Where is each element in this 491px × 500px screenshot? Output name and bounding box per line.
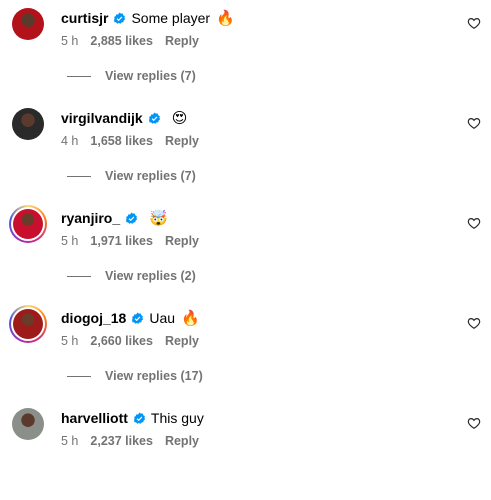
comment: ryanjiro_ 🤯 5 h 1,971 likes Reply View r… bbox=[0, 200, 491, 300]
view-replies-button[interactable]: View replies (7) bbox=[67, 169, 196, 183]
username[interactable]: harvelliott bbox=[61, 410, 128, 426]
verified-badge-icon bbox=[132, 312, 144, 324]
comment-time[interactable]: 5 h bbox=[61, 434, 78, 448]
verified-badge-icon bbox=[114, 12, 126, 24]
replies-divider bbox=[67, 275, 91, 277]
reply-button[interactable]: Reply bbox=[165, 234, 199, 248]
avatar[interactable] bbox=[9, 305, 47, 343]
comment-header: diogoj_18 Uau 🔥 bbox=[61, 308, 200, 328]
username[interactable]: diogoj_18 bbox=[61, 310, 126, 326]
heart-icon[interactable] bbox=[467, 116, 481, 130]
comment-emoji: 🔥 bbox=[216, 9, 235, 27]
heart-icon[interactable] bbox=[467, 316, 481, 330]
avatar[interactable] bbox=[9, 205, 47, 243]
username[interactable]: curtisjr bbox=[61, 10, 108, 26]
reply-button[interactable]: Reply bbox=[165, 434, 199, 448]
heart-icon[interactable] bbox=[467, 16, 481, 30]
replies-divider bbox=[67, 75, 91, 77]
comment-header: curtisjr Some player 🔥 bbox=[61, 8, 235, 28]
comment-text: Some player bbox=[131, 10, 211, 26]
view-replies-label: View replies (7) bbox=[105, 69, 196, 83]
reply-button[interactable]: Reply bbox=[165, 34, 199, 48]
heart-icon[interactable] bbox=[467, 416, 481, 430]
comment-time[interactable]: 5 h bbox=[61, 34, 78, 48]
comment-header: harvelliott This guy bbox=[61, 408, 204, 428]
like-count[interactable]: 2,660 likes bbox=[90, 334, 153, 348]
like-count[interactable]: 2,885 likes bbox=[90, 34, 153, 48]
avatar[interactable] bbox=[12, 108, 44, 140]
like-count[interactable]: 2,237 likes bbox=[90, 434, 153, 448]
comment-header: ryanjiro_ 🤯 bbox=[61, 208, 168, 228]
heart-icon[interactable] bbox=[467, 216, 481, 230]
comment-meta: 4 h 1,658 likes Reply bbox=[61, 134, 199, 148]
comment: virgilvandijk 😍 4 h 1,658 likes Reply Vi… bbox=[0, 100, 491, 200]
comment-meta: 5 h 1,971 likes Reply bbox=[61, 234, 199, 248]
view-replies-button[interactable]: View replies (7) bbox=[67, 69, 196, 83]
comment: curtisjr Some player 🔥 5 h 2,885 likes R… bbox=[0, 0, 491, 100]
comment-meta: 5 h 2,660 likes Reply bbox=[61, 334, 199, 348]
comment-emoji: 🤯 bbox=[149, 209, 168, 227]
like-count[interactable]: 1,971 likes bbox=[90, 234, 153, 248]
like-count[interactable]: 1,658 likes bbox=[90, 134, 153, 148]
view-replies-label: View replies (7) bbox=[105, 169, 196, 183]
comment-emoji: 🔥 bbox=[181, 309, 200, 327]
avatar[interactable] bbox=[12, 408, 44, 440]
view-replies-label: View replies (2) bbox=[105, 269, 196, 283]
username[interactable]: virgilvandijk bbox=[61, 110, 143, 126]
comment-meta: 5 h 2,885 likes Reply bbox=[61, 34, 199, 48]
reply-button[interactable]: Reply bbox=[165, 334, 199, 348]
comment-header: virgilvandijk 😍 bbox=[61, 108, 187, 128]
verified-badge-icon bbox=[148, 112, 160, 124]
comment-time[interactable]: 5 h bbox=[61, 334, 78, 348]
verified-badge-icon bbox=[126, 212, 138, 224]
comment: diogoj_18 Uau 🔥 5 h 2,660 likes Reply Vi… bbox=[0, 300, 491, 400]
comment-time[interactable]: 4 h bbox=[61, 134, 78, 148]
avatar[interactable] bbox=[12, 8, 44, 40]
comment: harvelliott This guy 5 h 2,237 likes Rep… bbox=[0, 400, 491, 500]
view-replies-button[interactable]: View replies (17) bbox=[67, 369, 203, 383]
replies-divider bbox=[67, 175, 91, 177]
view-replies-button[interactable]: View replies (2) bbox=[67, 269, 196, 283]
comment-text: Uau bbox=[149, 310, 176, 326]
comment-emoji: 😍 bbox=[171, 109, 188, 127]
comment-text: This guy bbox=[150, 410, 204, 426]
replies-divider bbox=[67, 375, 91, 377]
username[interactable]: ryanjiro_ bbox=[61, 210, 120, 226]
reply-button[interactable]: Reply bbox=[165, 134, 199, 148]
verified-badge-icon bbox=[133, 412, 146, 424]
comment-meta: 5 h 2,237 likes Reply bbox=[61, 434, 199, 448]
view-replies-label: View replies (17) bbox=[105, 369, 203, 383]
comment-time[interactable]: 5 h bbox=[61, 234, 78, 248]
